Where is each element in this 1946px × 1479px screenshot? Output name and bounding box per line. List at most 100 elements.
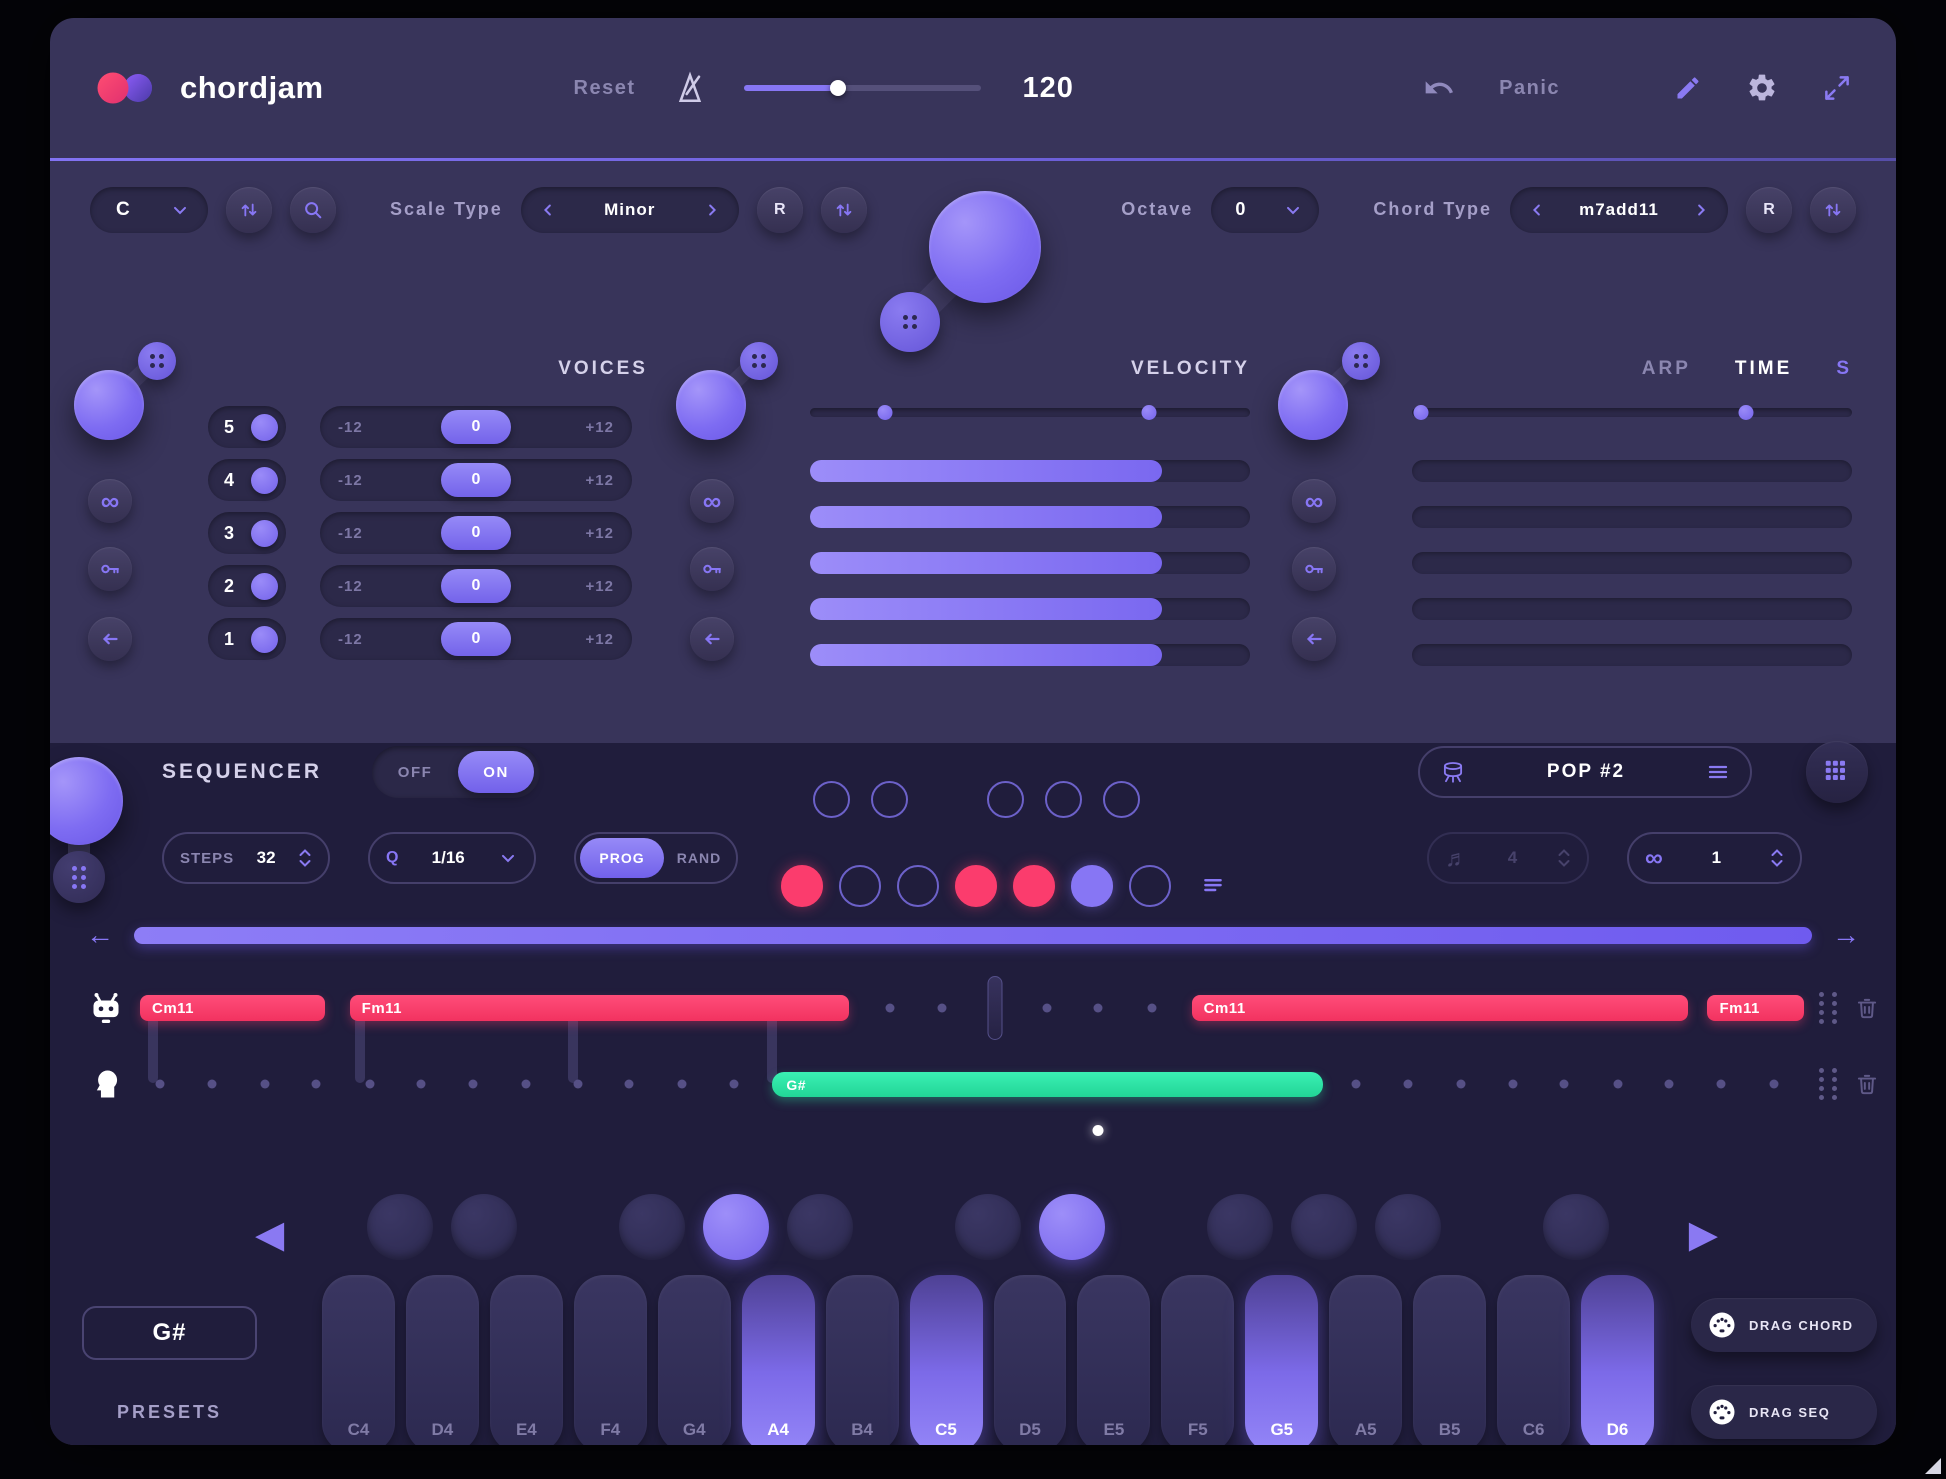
step-indicator[interactable] xyxy=(1129,865,1171,907)
stepper-arrows-icon[interactable] xyxy=(1557,847,1571,869)
piano-key-d6[interactable]: D6 xyxy=(1581,1275,1654,1445)
beat-indicator[interactable] xyxy=(987,781,1024,818)
bpm-value[interactable]: 120 xyxy=(1023,72,1074,105)
chord-reset-button[interactable]: R xyxy=(1746,187,1792,233)
steps-stepper[interactable]: STEPS 32 xyxy=(162,832,330,884)
step-indicator[interactable] xyxy=(781,865,823,907)
piano-key-a5[interactable]: A5 xyxy=(1329,1275,1402,1445)
on-label[interactable]: ON xyxy=(458,751,534,793)
voice-toggle[interactable]: 5 xyxy=(208,406,286,448)
chord-random-button[interactable] xyxy=(1810,187,1856,233)
chord-block[interactable]: Fm11 xyxy=(350,995,849,1021)
pattern-menu-icon[interactable] xyxy=(1200,871,1226,897)
black-pad-fs4[interactable] xyxy=(619,1194,685,1260)
chord-block[interactable]: Fm11 xyxy=(1707,995,1804,1021)
step-indicator[interactable] xyxy=(839,865,881,907)
drag-chord-button[interactable]: DRAG CHORD xyxy=(1691,1298,1877,1352)
velocity-range-high-handle[interactable] xyxy=(1141,405,1156,420)
loop-repeat-stepper[interactable]: ∞ 1 xyxy=(1627,832,1802,884)
note-lane-trash-icon[interactable] xyxy=(1852,1071,1882,1097)
sequencer-power-toggle[interactable]: OFF ON xyxy=(372,746,540,798)
voice-offset-slider[interactable]: -120+12 xyxy=(320,406,632,448)
black-pad-cs5[interactable] xyxy=(955,1194,1021,1260)
arp-lock-key-button[interactable] xyxy=(1292,547,1336,591)
piano-key-c6[interactable]: C6 xyxy=(1497,1275,1570,1445)
black-pad-as5[interactable] xyxy=(1375,1194,1441,1260)
arp-range-low-handle[interactable] xyxy=(1413,405,1428,420)
voice-enable-dot[interactable] xyxy=(251,573,278,600)
key-select[interactable]: C xyxy=(90,187,208,233)
velocity-range-slider[interactable] xyxy=(810,404,1250,420)
black-pad-ds4[interactable] xyxy=(451,1194,517,1260)
robot-icon[interactable] xyxy=(84,988,128,1028)
black-pad-fs5[interactable] xyxy=(1207,1194,1273,1260)
velocity-infinity-button[interactable]: ∞ xyxy=(690,479,734,523)
prog-rand-toggle[interactable]: PROG RAND xyxy=(574,832,738,884)
chord-lane-trash-icon[interactable] xyxy=(1852,995,1882,1021)
chord-block[interactable]: Cm11 xyxy=(1192,995,1688,1021)
voice-toggle[interactable]: 4 xyxy=(208,459,286,501)
velocity-back-button[interactable] xyxy=(690,617,734,661)
note-lane-drag-handle[interactable] xyxy=(1816,1068,1840,1100)
velocity-bar[interactable] xyxy=(810,506,1250,528)
chevron-left-icon[interactable] xyxy=(539,201,557,219)
voice-enable-dot[interactable] xyxy=(251,414,278,441)
tab-arp[interactable]: ARP xyxy=(1642,358,1691,380)
keyboard-left-arrow[interactable]: ◀ xyxy=(255,1216,284,1254)
key-detect-button[interactable] xyxy=(290,187,336,233)
chord-block[interactable]: Cm11 xyxy=(140,995,325,1021)
velocity-bar[interactable] xyxy=(810,552,1250,574)
arp-knob[interactable] xyxy=(1278,370,1348,440)
piano-key-a4[interactable]: A4 xyxy=(742,1275,815,1445)
velocity-lock-key-button[interactable] xyxy=(690,547,734,591)
piano-key-d5[interactable]: D5 xyxy=(994,1275,1067,1445)
black-pad-gs5[interactable] xyxy=(1291,1194,1357,1260)
voice-offset-slider[interactable]: -120+12 xyxy=(320,565,632,607)
scale-reset-button[interactable]: R xyxy=(757,187,803,233)
quantize-select[interactable]: Q 1/16 xyxy=(368,832,536,884)
voices-back-button[interactable] xyxy=(88,617,132,661)
sequence-progress-bar[interactable] xyxy=(134,927,1812,944)
prog-label[interactable]: PROG xyxy=(580,838,664,878)
arp-bar[interactable] xyxy=(1412,460,1852,482)
scrub-handle[interactable] xyxy=(988,976,1003,1040)
piano-key-f5[interactable]: F5 xyxy=(1161,1275,1234,1445)
root-note-display[interactable]: G# xyxy=(82,1306,257,1360)
tab-steps[interactable]: S xyxy=(1836,358,1852,380)
black-pad-gs4[interactable] xyxy=(703,1194,769,1260)
voice-toggle[interactable]: 3 xyxy=(208,512,286,554)
resize-window-icon[interactable] xyxy=(1822,73,1852,103)
sequencer-knob[interactable] xyxy=(50,757,123,845)
piano-key-g4[interactable]: G4 xyxy=(658,1275,731,1445)
velocity-random-knob[interactable] xyxy=(740,342,778,380)
reset-button[interactable]: Reset xyxy=(574,77,636,100)
stepper-arrows-icon[interactable] xyxy=(1770,847,1784,869)
black-pad-ds5[interactable] xyxy=(1039,1194,1105,1260)
voices-random-knob[interactable] xyxy=(138,342,176,380)
voice-offset-slider[interactable]: -120+12 xyxy=(320,459,632,501)
offset-thumb[interactable]: 0 xyxy=(441,410,511,444)
beat-indicator[interactable] xyxy=(1045,781,1082,818)
octave-select[interactable]: 0 xyxy=(1211,187,1319,233)
offset-thumb[interactable]: 0 xyxy=(441,516,511,550)
scale-selector[interactable]: Minor xyxy=(521,187,739,233)
voice-enable-dot[interactable] xyxy=(251,467,278,494)
rand-label[interactable]: RAND xyxy=(662,834,736,882)
arp-bar[interactable] xyxy=(1412,552,1852,574)
voices-infinity-button[interactable]: ∞ xyxy=(88,479,132,523)
chord-track[interactable]: Cm11 Fm11 Cm11 Fm11 xyxy=(140,991,1804,1025)
voice-enable-dot[interactable] xyxy=(251,626,278,653)
piano-key-e4[interactable]: E4 xyxy=(490,1275,563,1445)
voice-offset-slider[interactable]: -120+12 xyxy=(320,512,632,554)
step-indicator[interactable] xyxy=(955,865,997,907)
tempo-thumb[interactable] xyxy=(830,80,846,96)
step-indicator[interactable] xyxy=(897,865,939,907)
off-label[interactable]: OFF xyxy=(372,746,458,798)
piano-key-e5[interactable]: E5 xyxy=(1077,1275,1150,1445)
menu-icon[interactable] xyxy=(1706,760,1730,784)
arp-infinity-button[interactable]: ∞ xyxy=(1292,479,1336,523)
chord-main-knob[interactable] xyxy=(929,191,1041,303)
black-pad-cs4[interactable] xyxy=(367,1194,433,1260)
arp-bar[interactable] xyxy=(1412,644,1852,666)
keyboard-right-arrow[interactable]: ▶ xyxy=(1689,1216,1718,1254)
